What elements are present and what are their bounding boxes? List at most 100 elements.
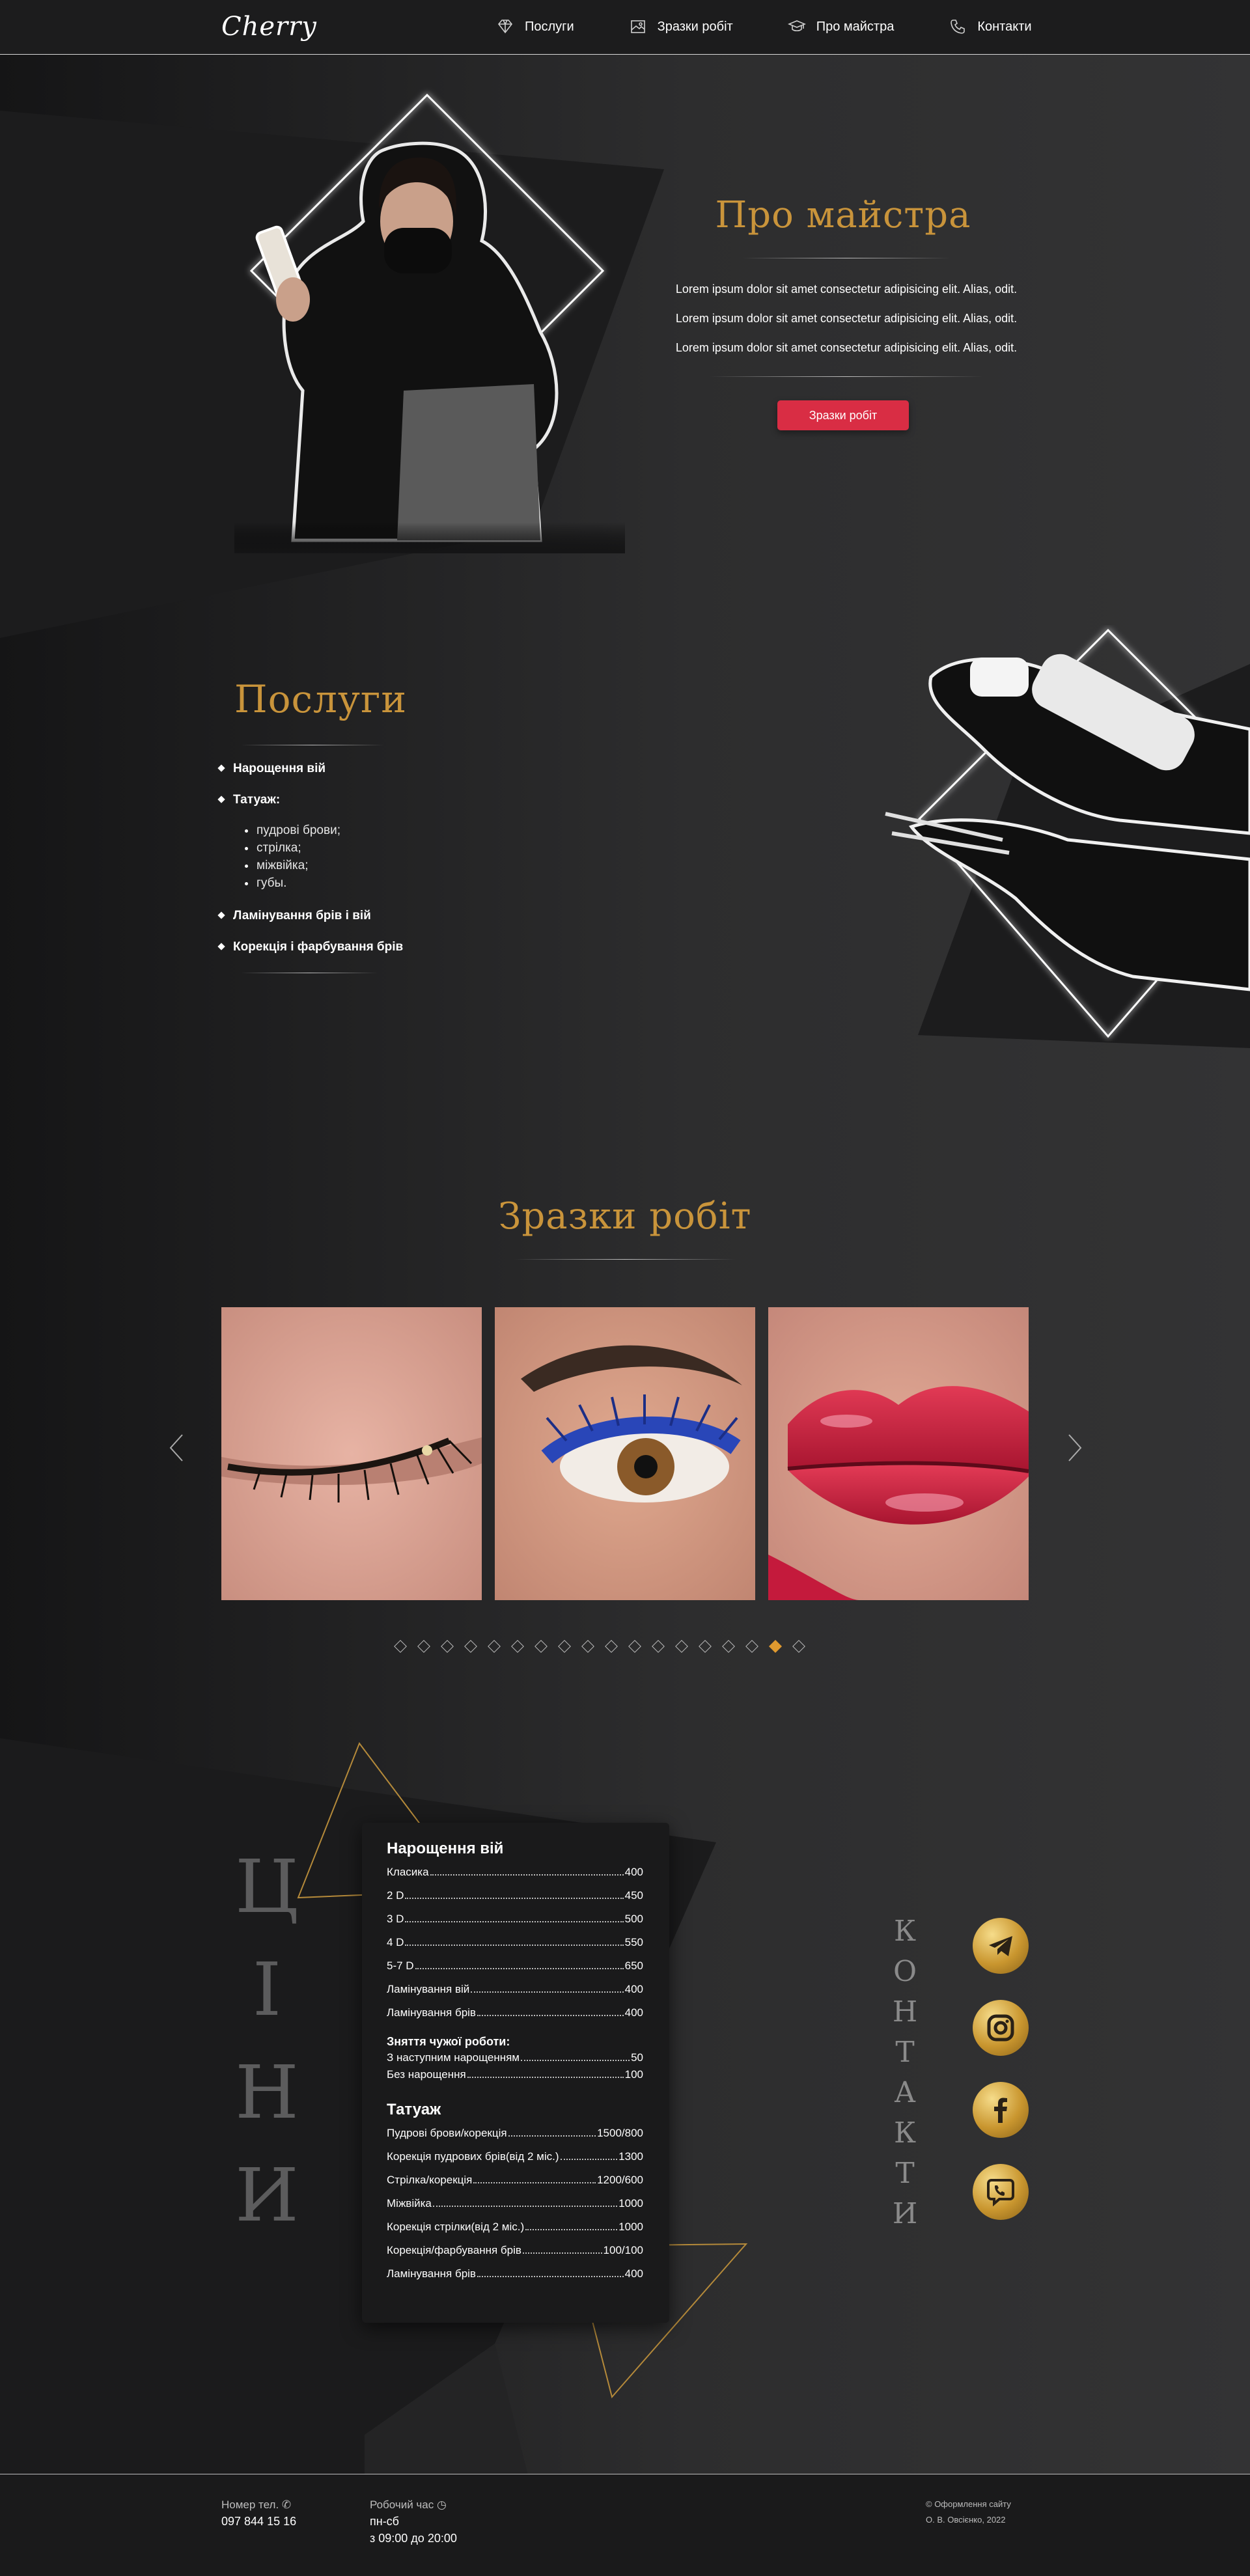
price-card: Нарощення вій Класика 400 2 D 450 3 D 500 4 D 5… (362, 1823, 669, 2323)
price-value: 50 (631, 2051, 643, 2064)
price-value: 1300 (618, 2150, 643, 2163)
carousel-dot[interactable] (769, 1640, 782, 1653)
copyright-author: О. В. Овсієнко, 2022 (926, 2515, 1006, 2525)
works-title: Зразки робіт (498, 1195, 752, 1238)
phone-icon: ✆ (281, 2499, 292, 2511)
hours-label: Робочий час ◷ (370, 2499, 447, 2512)
price-item-name: Корекція пудрових брів(від 2 міс.) (387, 2150, 559, 2163)
dot-leader (405, 1921, 624, 1922)
nav-item-about[interactable]: Про майстра (787, 18, 894, 35)
lashes-photo (221, 1307, 482, 1600)
carousel-dot[interactable] (652, 1640, 665, 1653)
carousel-dot[interactable] (628, 1640, 641, 1653)
phone-label: Номер тел. ✆ (221, 2499, 291, 2512)
nav-item-services[interactable]: Послуги (496, 18, 574, 35)
viber-link[interactable] (973, 2164, 1029, 2220)
price-list-lashes: Класика 400 2 D 450 3 D 500 4 D 550 5-7 D 650 Ламі… (387, 1866, 643, 2030)
carousel-dot[interactable] (441, 1640, 454, 1653)
dot-leader (415, 1968, 624, 1969)
hours-label-text: Робочий час (370, 2499, 434, 2511)
carousel-dot[interactable] (558, 1640, 571, 1653)
telegram-icon (989, 1936, 1012, 1956)
dot-leader (471, 1991, 624, 1993)
phone-label-text: Номер тел. (221, 2499, 279, 2511)
works-button[interactable]: Зразки робіт (777, 400, 909, 430)
carousel-dot[interactable] (417, 1640, 430, 1653)
services-list: Нарощення вій Татуаж: пудрові брови; стр… (219, 762, 403, 971)
price-item-name: Ламінування вій (387, 1983, 470, 1995)
work-photo-blue-lashes[interactable] (495, 1307, 755, 1600)
about-paragraph: Lorem ipsum dolor sit amet consectetur a… (675, 312, 1018, 325)
nav-label: Послуги (525, 19, 574, 34)
price-value: 100 (624, 2068, 643, 2081)
prices-letter: Ц (235, 1845, 299, 1930)
carousel-prev-button[interactable] (167, 1432, 186, 1463)
carousel-dot[interactable] (745, 1640, 758, 1653)
price-value: 1000 (618, 2221, 643, 2233)
price-row: 3 D 500 (387, 1913, 643, 1936)
contacts-letter: О (893, 1955, 917, 1988)
facebook-icon (994, 2098, 1007, 2123)
price-item-name: З наступним нарощенням (387, 2051, 520, 2064)
service-label: Корекція і фарбування брів (233, 940, 404, 954)
service-item: Татуаж: пудрові брови; стрілка; міжвійка… (219, 793, 403, 892)
lips-photo (768, 1307, 1029, 1600)
price-section-title: Татуаж (387, 2101, 441, 2118)
contacts-letter: К (893, 1915, 917, 1948)
dot-leader (467, 2077, 624, 2078)
divider (514, 1259, 736, 1260)
work-photo-lips[interactable] (768, 1307, 1029, 1600)
about-title: Про майстра (715, 194, 971, 236)
instagram-link[interactable] (973, 2000, 1029, 2056)
blue-lashes-photo (495, 1307, 755, 1600)
service-item: Корекція і фарбування брів (219, 940, 403, 954)
contacts-letter: К (893, 2116, 917, 2150)
carousel-dot[interactable] (394, 1640, 407, 1653)
prices-vertical-title: Ц І Н И (234, 1836, 299, 2247)
price-value: 1500/800 (597, 2127, 643, 2139)
graduation-cap-icon (787, 20, 806, 32)
price-item-name: Класика (387, 1866, 429, 1878)
carousel-next-button[interactable] (1065, 1432, 1085, 1463)
phone-number[interactable]: 097 844 15 16 (221, 2515, 296, 2528)
price-item-name: Без нарощення (387, 2068, 466, 2081)
about-paragraph: Lorem ipsum dolor sit amet consectetur a… (675, 341, 1018, 354)
dot-leader (522, 2252, 602, 2254)
price-value: 650 (624, 1960, 643, 1972)
chevron-left-icon (169, 1434, 183, 1461)
logo[interactable]: Cherry (221, 12, 317, 42)
carousel-dot[interactable] (535, 1640, 548, 1653)
nav-item-works[interactable]: Зразки робіт (629, 18, 733, 35)
carousel-dot[interactable] (464, 1640, 477, 1653)
price-item-name: Пудрові брови/корекція (387, 2127, 507, 2139)
price-row: Корекція стрілки(від 2 міс.) 1000 (387, 2221, 643, 2244)
about-paragraph: Lorem ipsum dolor sit amet consectetur a… (675, 283, 1018, 296)
price-item-name: Ламінування брів (387, 2267, 476, 2280)
image-icon (630, 20, 645, 33)
page: Cherry Послуги Зразки робіт Про майстра … (0, 0, 1250, 2576)
nav-item-contacts[interactable]: Контакти (949, 18, 1032, 35)
dot-leader (432, 2206, 618, 2207)
dot-leader (477, 2015, 624, 2016)
carousel-dot[interactable] (722, 1640, 735, 1653)
price-value: 500 (624, 1913, 643, 1925)
carousel-dot[interactable] (699, 1640, 712, 1653)
work-photo-lashes[interactable] (221, 1307, 482, 1600)
telegram-link[interactable] (973, 1918, 1029, 1974)
contacts-letter: Т (895, 2036, 915, 2069)
services-title: Послуги (234, 677, 407, 721)
price-row: Пудрові брови/корекція 1500/800 (387, 2127, 643, 2150)
carousel-dot[interactable] (581, 1640, 594, 1653)
price-row: Без нарощення 100 (387, 2068, 643, 2085)
price-subsection-title: Зняття чужої роботи: (387, 2035, 510, 2048)
main-nav: Послуги Зразки робіт Про майстра Контакт… (496, 18, 1087, 35)
contacts-letter: Т (895, 2157, 915, 2190)
carousel-dot[interactable] (675, 1640, 688, 1653)
carousel-dot[interactable] (605, 1640, 618, 1653)
carousel-dot[interactable] (511, 1640, 524, 1653)
facebook-link[interactable] (973, 2082, 1029, 2138)
price-item-name: 4 D (387, 1936, 404, 1948)
carousel-dot[interactable] (792, 1640, 805, 1653)
service-item: Ламінування брів і вій (219, 909, 403, 923)
carousel-dot[interactable] (488, 1640, 501, 1653)
